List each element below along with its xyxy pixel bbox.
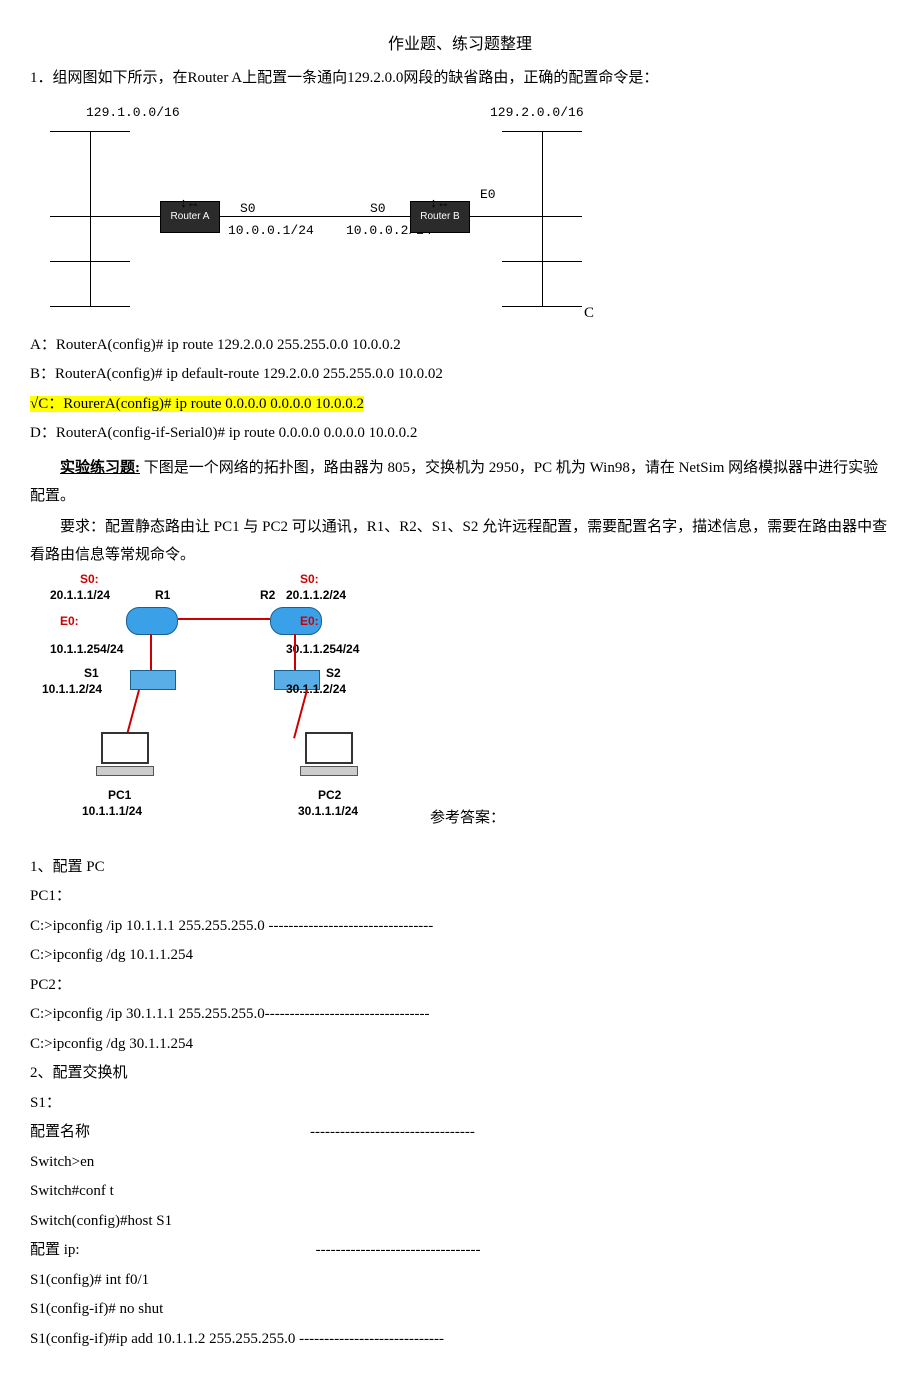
pc1-label: PC1： xyxy=(30,882,890,911)
s0-a-label: S0 xyxy=(240,197,256,222)
pc2-name: PC2 xyxy=(318,788,341,802)
config-name-row: 配置名称--------------------------------- xyxy=(30,1118,890,1147)
router-r1-icon xyxy=(126,607,178,635)
pc2-icon xyxy=(300,732,358,776)
r2-name: R2 xyxy=(260,588,275,602)
options-block: A：RouterA(config)# ip route 129.2.0.0 25… xyxy=(30,331,890,448)
switch-en: Switch>en xyxy=(30,1148,890,1177)
option-c-highlighted: √C：RourerA(config)# ip route 0.0.0.0 0.0… xyxy=(30,396,364,412)
c-label: C xyxy=(584,299,594,328)
network-diagram-2: S0: 20.1.1.1/24 R1 S0: R2 20.1.1.2/24 E0… xyxy=(50,572,430,852)
router-a-label: Router A xyxy=(171,211,210,222)
option-b: B：RouterA(config)# ip default-route 129.… xyxy=(30,360,890,389)
net-b-label: 129.2.0.0/16 xyxy=(490,101,584,126)
option-a: A：RouterA(config)# ip route 129.2.0.0 25… xyxy=(30,331,890,360)
s0-right-label: S0: xyxy=(300,572,319,586)
r2-s0-ip: 20.1.1.2/24 xyxy=(286,588,346,602)
s2-ip: 30.1.1.2/24 xyxy=(286,682,346,696)
net-a-label: 129.1.0.0/16 xyxy=(86,101,180,126)
r1-name: R1 xyxy=(155,588,170,602)
pc2-ip: 30.1.1.1/24 xyxy=(298,804,358,818)
s1-name: S1 xyxy=(84,666,99,680)
s1-int-f01: S1(config)# int f0/1 xyxy=(30,1266,890,1295)
pc1-ipconfig-dg: C:>ipconfig /dg 10.1.1.254 xyxy=(30,941,890,970)
network-diagram-1: 129.1.0.0/16 129.2.0.0/16 ↕↔ Router A S0… xyxy=(50,101,870,321)
switch-host: Switch(config)#host S1 xyxy=(30,1207,890,1236)
s2-name: S2 xyxy=(326,666,341,680)
e0-right-label: E0: xyxy=(300,614,319,628)
pc2-label: PC2： xyxy=(30,971,890,1000)
page-title: 作业题、练习题整理 xyxy=(30,30,890,60)
s1-ip: 10.1.1.2/24 xyxy=(42,682,102,696)
switch-conf-t: Switch#conf t xyxy=(30,1177,890,1206)
s0-left-label: S0: xyxy=(80,572,99,586)
s0-b-label: S0 xyxy=(370,197,386,222)
router-b-label: Router B xyxy=(420,211,459,222)
s1-ip-add: S1(config-if)#ip add 10.1.1.2 255.255.25… xyxy=(30,1325,890,1354)
switch-s1-icon xyxy=(130,670,176,690)
r1-e0-ip: 10.1.1.254/24 xyxy=(50,642,123,656)
exercise-p2: 要求：配置静态路由让 PC1 与 PC2 可以通讯，R1、R2、S1、S2 允许… xyxy=(30,513,890,570)
r1-s0-ip: 20.1.1.1/24 xyxy=(50,588,110,602)
ip-a-label: 10.0.0.1/24 xyxy=(228,219,314,244)
pc1-ip: 10.1.1.1/24 xyxy=(82,804,142,818)
question-1-text: 1．组网图如下所示，在Router A上配置一条通向129.2.0.0网段的缺省… xyxy=(30,64,890,93)
pc2-ipconfig-ip: C:>ipconfig /ip 30.1.1.1 255.255.255.0--… xyxy=(30,1000,890,1029)
pc1-ipconfig-ip: C:>ipconfig /ip 10.1.1.1 255.255.255.0 -… xyxy=(30,912,890,941)
pc1-icon xyxy=(96,732,154,776)
section-2-title: 2、配置交换机 xyxy=(30,1059,890,1088)
r2-e0-ip: 30.1.1.254/24 xyxy=(286,642,359,656)
router-a-icon: ↕↔ Router A xyxy=(160,201,220,233)
section-1-title: 1、配置 PC xyxy=(30,853,890,882)
pc1-name: PC1 xyxy=(108,788,131,802)
option-d: D：RouterA(config-if-Serial0)# ip route 0… xyxy=(30,419,890,448)
s1-label: S1： xyxy=(30,1089,890,1118)
s1-no-shut: S1(config-if)# no shut xyxy=(30,1295,890,1324)
e0-left-label: E0: xyxy=(60,614,79,628)
config-ip-row: 配置 ip:--------------------------------- xyxy=(30,1236,890,1265)
answers-block: 1、配置 PC PC1： C:>ipconfig /ip 10.1.1.1 25… xyxy=(30,853,890,1354)
answer-label: 参考答案： xyxy=(430,804,505,833)
pc2-ipconfig-dg: C:>ipconfig /dg 30.1.1.254 xyxy=(30,1030,890,1059)
e0-label: E0 xyxy=(480,183,496,208)
exercise-p1: 实验练习题: 下图是一个网络的拓扑图，路由器为 805，交换机为 2950，PC… xyxy=(30,454,890,511)
router-b-icon: ↕↔ Router B xyxy=(410,201,470,233)
